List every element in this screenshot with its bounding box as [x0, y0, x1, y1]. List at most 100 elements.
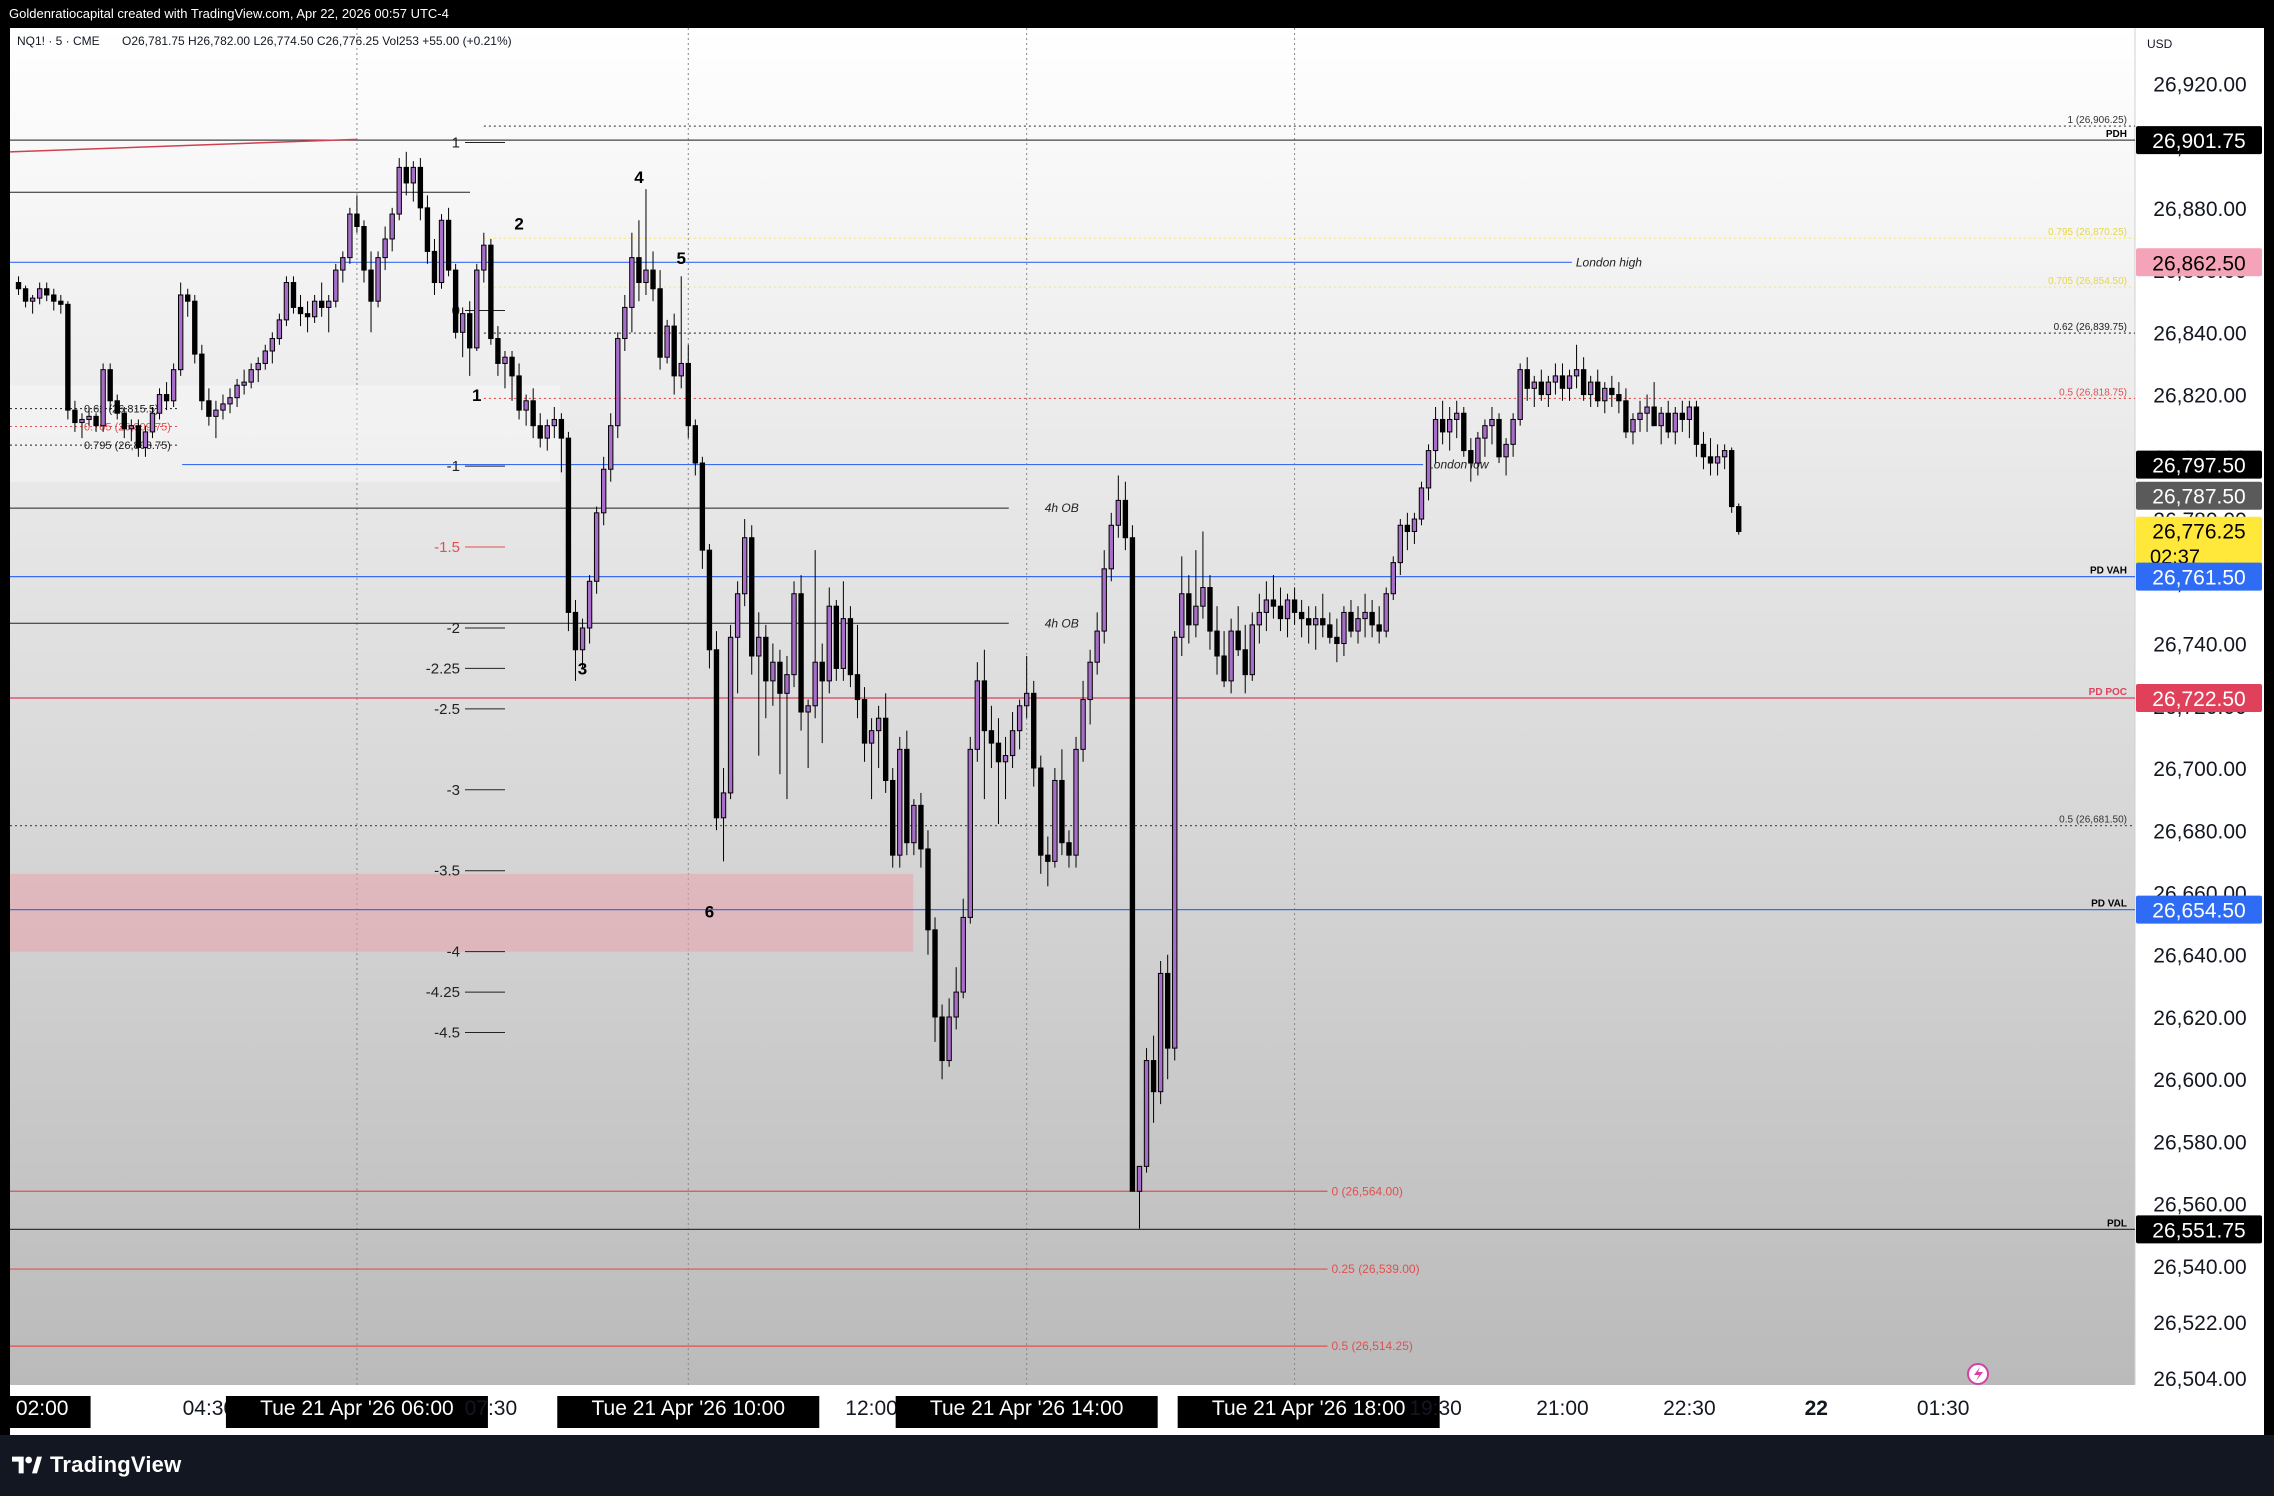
- candle-body: [530, 400, 536, 427]
- candle-body: [608, 425, 614, 470]
- candle-body: [1552, 375, 1559, 383]
- extension-label: -2.5: [434, 701, 460, 718]
- candle-body: [1616, 394, 1622, 402]
- price-chart[interactable]: NQ1! · 5 · CME O26,781.75 H26,782.00 L26…: [10, 28, 2264, 1435]
- candle-body: [1129, 537, 1136, 1192]
- candle-body: [1009, 730, 1016, 757]
- tradingview-logo[interactable]: TradingView: [12, 1452, 181, 1478]
- candle-body: [170, 369, 177, 402]
- candle-body: [1334, 636, 1340, 645]
- candle-body: [1524, 369, 1530, 389]
- extension-label: -4.25: [426, 984, 460, 1001]
- candle-body: [967, 748, 973, 918]
- candle-body: [1094, 630, 1100, 663]
- ob-label: 4h OB: [1045, 616, 1079, 630]
- candle-body: [347, 213, 353, 259]
- candle-body: [276, 319, 283, 340]
- price-tag-label: 26,722.50: [2152, 688, 2245, 711]
- plot-background: [10, 28, 2135, 1408]
- candle-body: [156, 394, 163, 414]
- candle-body: [763, 636, 769, 682]
- candle-body: [1249, 624, 1255, 676]
- candle-body: [537, 425, 543, 439]
- candle-body: [1136, 1165, 1143, 1192]
- candle-body: [593, 512, 600, 582]
- candle-body: [149, 412, 156, 433]
- candle-body: [1454, 412, 1460, 420]
- fib-label: 0.62 (26,815.5): [84, 404, 159, 416]
- alert-icon[interactable]: [1967, 1363, 1989, 1385]
- candle-body: [784, 674, 790, 694]
- level-label: 0.62 (26,839.75): [2054, 322, 2127, 333]
- candle-body: [1305, 618, 1312, 626]
- candle-body: [121, 412, 127, 430]
- candle-body: [488, 244, 494, 340]
- candle-body: [826, 605, 832, 682]
- candle-body: [615, 338, 621, 427]
- candle-body: [1383, 593, 1389, 632]
- candle-body: [960, 916, 966, 993]
- candle-body: [86, 415, 92, 420]
- price-tick-label: 26,640.00: [2153, 945, 2246, 968]
- candle-body: [290, 282, 297, 308]
- level-label: 0.5 (26,681.50): [2059, 815, 2127, 826]
- candle-body: [756, 636, 762, 657]
- candle-body: [192, 300, 198, 355]
- candle-body: [1362, 611, 1368, 620]
- candle-body: [368, 269, 374, 302]
- candle-body: [777, 661, 783, 694]
- candle-body: [720, 792, 727, 819]
- candle-body: [1242, 649, 1248, 676]
- candle-body: [1355, 618, 1361, 632]
- candle-body: [248, 369, 254, 383]
- candle-body: [1404, 524, 1411, 532]
- candle-body: [1623, 400, 1629, 433]
- candle-body: [452, 269, 459, 333]
- candle-body: [1418, 487, 1425, 520]
- candle-body: [509, 356, 515, 377]
- price-tick-label: 26,820.00: [2153, 385, 2246, 408]
- candle-body: [572, 611, 579, 651]
- candle-body: [481, 244, 487, 271]
- candle-body: [1461, 412, 1467, 452]
- candle-body: [51, 294, 57, 302]
- candle-body: [1207, 587, 1213, 632]
- candle-body: [1179, 593, 1185, 638]
- price-tick-label: 26,880.00: [2153, 198, 2246, 221]
- candle-body: [897, 748, 903, 856]
- time-tag-label: Tue 21 Apr '26 14:00: [930, 1397, 1124, 1420]
- candle-body: [1602, 387, 1608, 402]
- time-tag-label: Tue 21 Apr '26 06:00: [260, 1397, 454, 1420]
- candle-body: [177, 294, 184, 371]
- price-tick-label: 26,740.00: [2153, 634, 2246, 657]
- candle-body: [699, 462, 706, 551]
- candle-body: [939, 1016, 945, 1062]
- candle-body: [1721, 450, 1728, 458]
- chart-attribution: Goldenratiocapital created with TradingV…: [9, 6, 449, 21]
- candle-body: [988, 730, 995, 744]
- candle-body: [678, 362, 684, 377]
- candle-body: [1320, 618, 1326, 626]
- candle-body: [375, 257, 381, 302]
- candle-body: [833, 605, 840, 669]
- time-tick-label: 12:00: [845, 1397, 898, 1420]
- price-tag-label: 26,551.75: [2152, 1219, 2245, 1242]
- candle-body: [1538, 381, 1545, 396]
- price-tick-label: 26,920.00: [2153, 73, 2246, 96]
- candle-body: [1348, 611, 1354, 632]
- candle-body: [424, 207, 431, 252]
- extension-label: -4.5: [434, 1025, 460, 1042]
- candle-body: [1736, 506, 1742, 532]
- candle-body: [431, 250, 438, 284]
- candle-body: [1665, 412, 1671, 433]
- candle-body: [1052, 779, 1058, 862]
- candle-body: [544, 425, 550, 439]
- candle-body: [847, 618, 854, 676]
- candle-body: [1609, 387, 1615, 396]
- candle-body: [1101, 568, 1107, 632]
- candle-body: [1115, 499, 1122, 526]
- candle-body: [1566, 375, 1573, 389]
- candle-body: [65, 303, 71, 411]
- candle-body: [72, 409, 78, 424]
- time-tag-label: Tue 21 Apr '26 10:00: [592, 1397, 786, 1420]
